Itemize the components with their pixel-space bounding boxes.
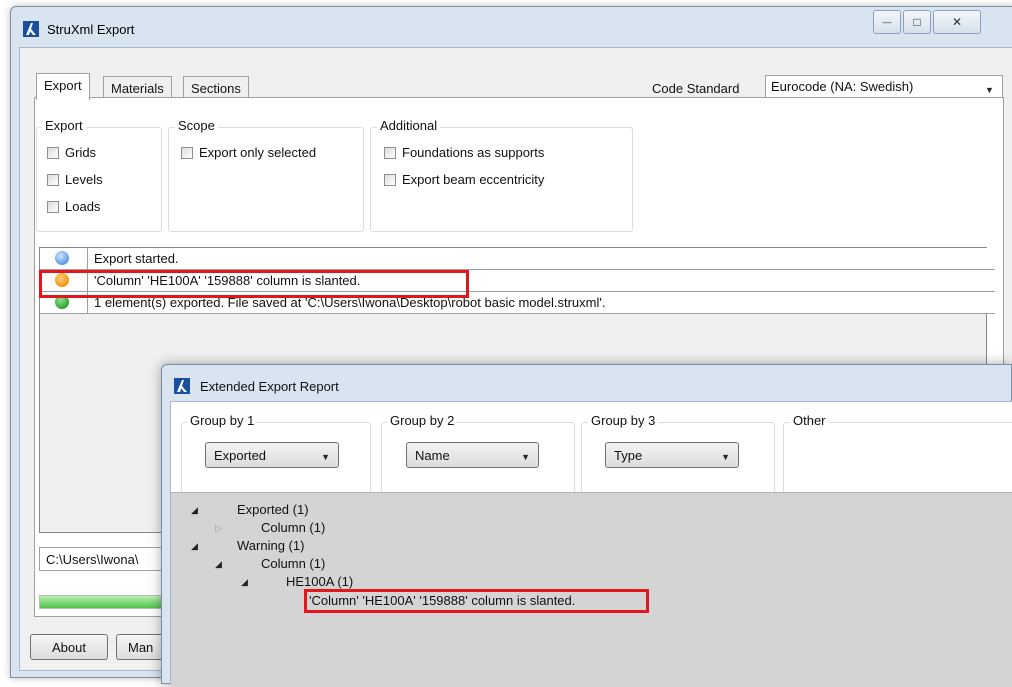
chevron-down-icon: ▼ — [721, 452, 730, 462]
minimize-button[interactable]: — — [873, 10, 901, 34]
log-row[interactable]: Export started. — [40, 248, 995, 270]
export-beam-eccentricity-checkbox[interactable] — [384, 173, 396, 186]
group-by-1-title: Group by 1 — [187, 413, 258, 428]
extended-export-report-window: Extended Export Report Group by 1 Export… — [161, 364, 1012, 687]
chevron-down-icon: ▼ — [985, 85, 994, 95]
code-standard-label: Code Standard — [652, 81, 740, 96]
app-logo-icon — [23, 21, 39, 37]
expanded-triangle-icon[interactable]: ◢ — [241, 577, 248, 588]
chevron-down-icon: ▼ — [521, 452, 530, 462]
grids-label: Grids — [65, 145, 97, 160]
report-window-title: Extended Export Report — [200, 379, 339, 394]
expanded-triangle-icon[interactable]: ◢ — [191, 505, 198, 516]
maximize-button[interactable]: □ — [903, 10, 931, 34]
progress-fill — [40, 596, 173, 608]
export-only-selected-row[interactable]: Export only selected — [181, 145, 316, 160]
chevron-down-icon: ▼ — [321, 452, 330, 462]
tree-node-warning-column[interactable]: Column (1) — [261, 556, 325, 571]
group-by-3-value: Type — [614, 448, 643, 463]
tree-node-warning[interactable]: Warning (1) — [237, 538, 304, 553]
loads-checkbox[interactable] — [47, 200, 59, 213]
close-icon: ✕ — [951, 15, 963, 29]
tab-export[interactable]: Export — [36, 73, 90, 100]
grids-checkbox[interactable] — [47, 146, 59, 159]
group-by-2-select[interactable]: Name ▼ — [406, 442, 539, 468]
group-by-3-select[interactable]: Type ▼ — [605, 442, 739, 468]
export-progress-bar — [39, 595, 174, 609]
export-group-title: Export — [42, 118, 86, 133]
other-box — [783, 422, 1012, 502]
window-title: StruXml Export — [47, 22, 135, 37]
levels-label: Levels — [65, 172, 103, 187]
loads-checkbox-row[interactable]: Loads — [47, 199, 100, 214]
foundations-as-supports-row[interactable]: Foundations as supports — [384, 145, 544, 160]
scope-group — [168, 127, 364, 232]
report-client-area: Group by 1 Exported ▼ Group by 2 Name ▼ … — [170, 401, 1012, 687]
code-standard-select[interactable]: Eurocode (NA: Swedish) — [765, 75, 1003, 99]
foundations-as-supports-label: Foundations as supports — [402, 145, 545, 160]
group-by-3-title: Group by 3 — [588, 413, 659, 428]
group-by-1-value: Exported — [214, 448, 267, 463]
export-beam-eccentricity-label: Export beam eccentricity — [402, 172, 545, 187]
minimize-icon: — — [882, 17, 892, 27]
group-by-1-select[interactable]: Exported ▼ — [205, 442, 339, 468]
app-logo-icon — [174, 378, 190, 394]
scope-group-title: Scope — [175, 118, 218, 133]
levels-checkbox[interactable] — [47, 173, 59, 186]
export-only-selected-label: Export only selected — [199, 145, 317, 160]
group-by-2-value: Name — [415, 448, 450, 463]
export-only-selected-checkbox[interactable] — [181, 146, 193, 159]
output-path-field[interactable]: C:\Users\Iwona\ — [39, 547, 174, 571]
expanded-triangle-icon[interactable]: ◢ — [191, 541, 198, 552]
close-button[interactable]: ✕ — [933, 10, 981, 34]
report-tree[interactable]: ◢ Exported (1) ▷ Column (1) ◢ Warning (1… — [171, 492, 1012, 687]
expanded-triangle-icon[interactable]: ◢ — [215, 559, 222, 570]
warning-highlight-box — [304, 589, 649, 613]
foundations-as-supports-checkbox[interactable] — [384, 146, 396, 159]
about-button[interactable]: About — [30, 634, 108, 660]
warning-highlight-box — [39, 270, 469, 298]
group-by-2-title: Group by 2 — [387, 413, 458, 428]
info-status-icon — [55, 251, 69, 265]
levels-checkbox-row[interactable]: Levels — [47, 172, 103, 187]
maximize-icon: □ — [913, 15, 921, 29]
other-title: Other — [790, 413, 829, 428]
log-status-cell — [40, 248, 88, 269]
tree-node-exported[interactable]: Exported (1) — [237, 502, 309, 517]
tree-node-exported-column[interactable]: Column (1) — [261, 520, 325, 535]
collapsed-triangle-icon[interactable]: ▷ — [215, 523, 222, 534]
grids-checkbox-row[interactable]: Grids — [47, 145, 96, 160]
log-message: Export started. — [94, 251, 179, 266]
additional-group-title: Additional — [377, 118, 441, 133]
tree-node-he100a[interactable]: HE100A (1) — [286, 574, 353, 589]
export-beam-eccentricity-row[interactable]: Export beam eccentricity — [384, 172, 544, 187]
loads-label: Loads — [65, 199, 101, 214]
